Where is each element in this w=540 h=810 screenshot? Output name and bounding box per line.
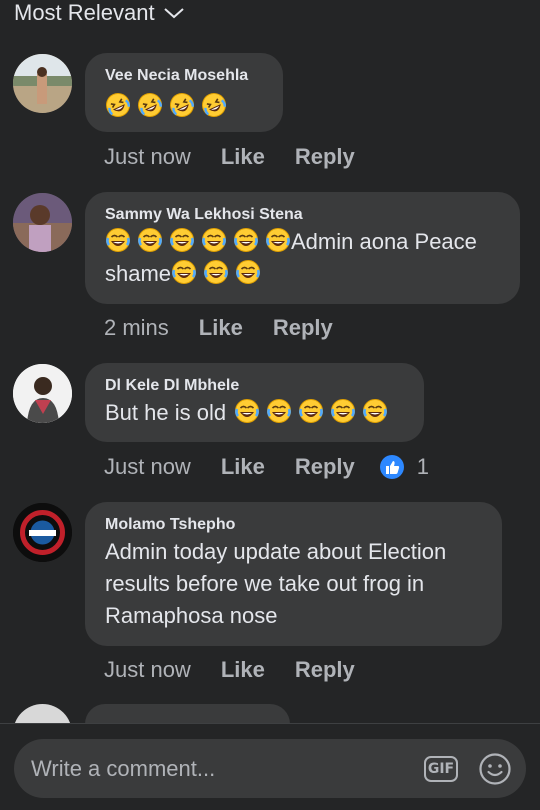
comment-time[interactable]: 2 mins	[104, 315, 169, 341]
comment-actions: 2 mins Like Reply	[104, 315, 333, 341]
comment-bubble: Dl Kele Dl Mbhele But he is old	[85, 363, 424, 442]
comment-text	[105, 87, 263, 123]
reaction-count: 1	[416, 454, 430, 479]
comment-text-line3: Ramaphosa nose	[105, 603, 278, 628]
comment-input-placeholder: Write a comment...	[31, 755, 216, 781]
sort-dropdown[interactable]: Most Relevant	[14, 0, 185, 26]
comment-bubble: Molamo Tshepho Admin today update about …	[85, 502, 502, 646]
comment-actions: Just now Like Reply	[104, 657, 355, 683]
comment-text: Admin today update about Election result…	[105, 536, 482, 632]
like-button[interactable]: Like	[221, 657, 265, 683]
like-button[interactable]: Like	[221, 144, 265, 170]
joy-emoji-icon	[201, 227, 227, 253]
like-button[interactable]: Like	[221, 454, 265, 480]
comment-time[interactable]: Just now	[104, 657, 191, 683]
joy-emoji-icon	[234, 398, 260, 424]
reply-button[interactable]: Reply	[295, 657, 355, 683]
joy-emoji-icon	[298, 398, 324, 424]
joy-emoji-icon	[203, 259, 229, 285]
comment-text-line1: But he is old	[105, 400, 227, 425]
reply-button[interactable]: Reply	[295, 144, 355, 170]
comment-time[interactable]: Just now	[104, 454, 191, 480]
comment-author[interactable]: Sammy Wa Lekhosi Stena	[105, 204, 500, 226]
avatar[interactable]	[13, 364, 72, 423]
comment-author[interactable]: Dl Kele Dl Mbhele	[105, 375, 404, 397]
joy-emoji-icon	[265, 227, 291, 253]
rofl-emoji-icon	[169, 92, 195, 118]
chevron-down-icon	[163, 8, 184, 19]
avatar-photo	[13, 193, 72, 252]
joy-emoji-icon	[362, 398, 388, 424]
comment-text-line1: Admin today update about Election	[105, 539, 447, 564]
avatar[interactable]	[13, 503, 72, 562]
comment-bubble: Vee Necia Mosehla	[85, 53, 283, 132]
joy-emoji-icon	[330, 398, 356, 424]
joy-emoji-icon	[169, 227, 195, 253]
reaction-summary[interactable]: 1	[379, 454, 429, 480]
comment-composer: Write a comment... GIF	[0, 724, 540, 810]
joy-emoji-icon	[235, 259, 261, 285]
comment-actions: Just now Like Reply	[104, 144, 355, 170]
rofl-emoji-icon	[137, 92, 163, 118]
rofl-emoji-icon	[105, 92, 131, 118]
joy-emoji-icon	[105, 227, 131, 253]
comment-text-line1: Admin aona Peace	[291, 229, 477, 254]
joy-emoji-icon	[233, 227, 259, 253]
joy-emoji-icon	[137, 227, 163, 253]
comment-input[interactable]: Write a comment... GIF	[14, 739, 526, 798]
rofl-emoji-icon	[201, 92, 227, 118]
like-reaction-icon	[379, 455, 404, 479]
reply-button[interactable]: Reply	[295, 454, 355, 480]
sort-label: Most Relevant	[14, 0, 155, 25]
gif-button[interactable]: GIF	[424, 755, 458, 782]
comment-author[interactable]: Vee Necia Mosehla	[105, 65, 263, 87]
avatar-photo	[13, 503, 72, 562]
comment-text-line2: shame	[105, 261, 172, 286]
avatar[interactable]	[13, 54, 72, 113]
joy-emoji-icon	[266, 398, 292, 424]
comment-time[interactable]: Just now	[104, 144, 191, 170]
emoji-picker-icon[interactable]	[478, 752, 512, 786]
comment-text: But he is old	[105, 397, 404, 429]
comment-author[interactable]: Molamo Tshepho	[105, 514, 482, 536]
avatar[interactable]	[13, 193, 72, 252]
reply-button[interactable]: Reply	[273, 315, 333, 341]
avatar-photo	[13, 364, 72, 423]
comment-actions: Just now Like Reply 1	[104, 454, 429, 480]
like-button[interactable]: Like	[199, 315, 243, 341]
comment-text: Admin aona Peace shame	[105, 226, 500, 290]
joy-emoji-icon	[171, 259, 197, 285]
avatar-photo	[13, 54, 72, 113]
comment-bubble: Sammy Wa Lekhosi Stena Admin aona Peace …	[85, 192, 520, 304]
comment-text-line2: results before we take out frog in	[105, 571, 425, 596]
